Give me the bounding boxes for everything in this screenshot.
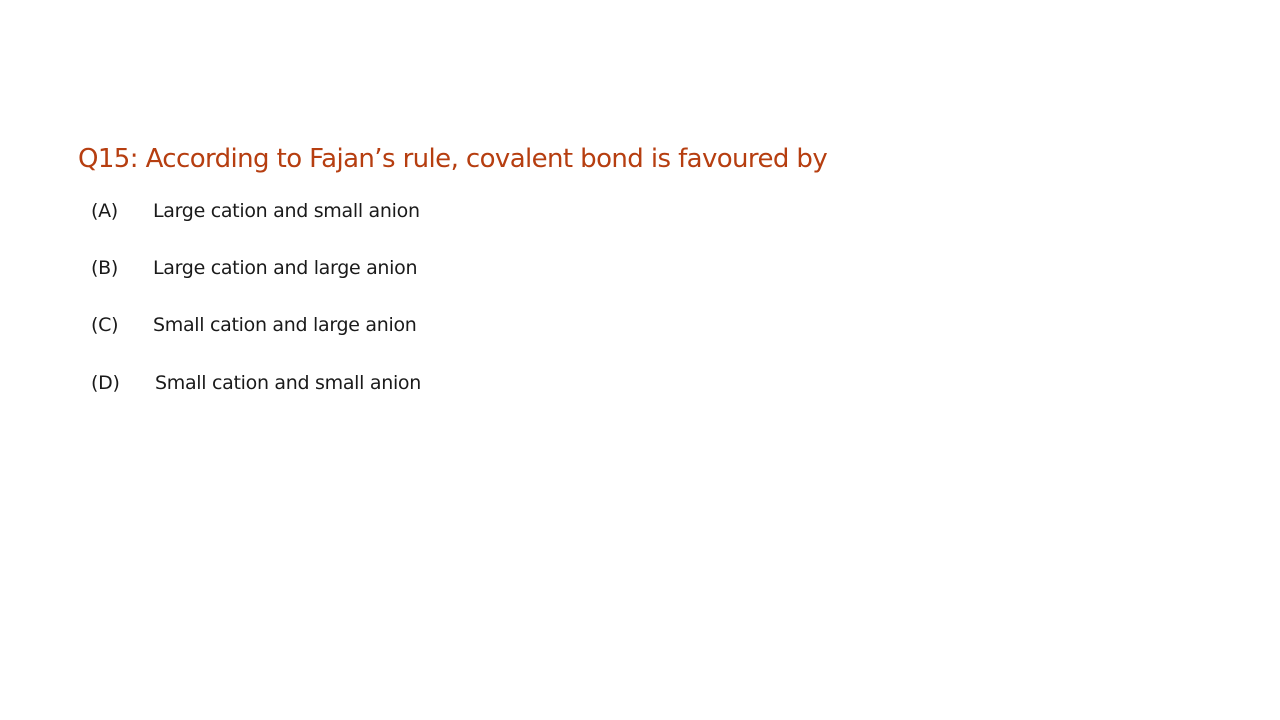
option-label: (D) xyxy=(91,372,120,394)
question-title: Q15: According to Fajan’s rule, covalent… xyxy=(78,144,828,174)
option-text: Large cation and small anion xyxy=(153,200,420,222)
option-label: (B) xyxy=(91,257,118,279)
option-label: (C) xyxy=(91,314,119,336)
option-text: Small cation and large anion xyxy=(153,314,417,336)
option-label: (A) xyxy=(91,200,118,222)
option-text: Large cation and large anion xyxy=(153,257,418,279)
option-text: Small cation and small anion xyxy=(155,372,421,394)
